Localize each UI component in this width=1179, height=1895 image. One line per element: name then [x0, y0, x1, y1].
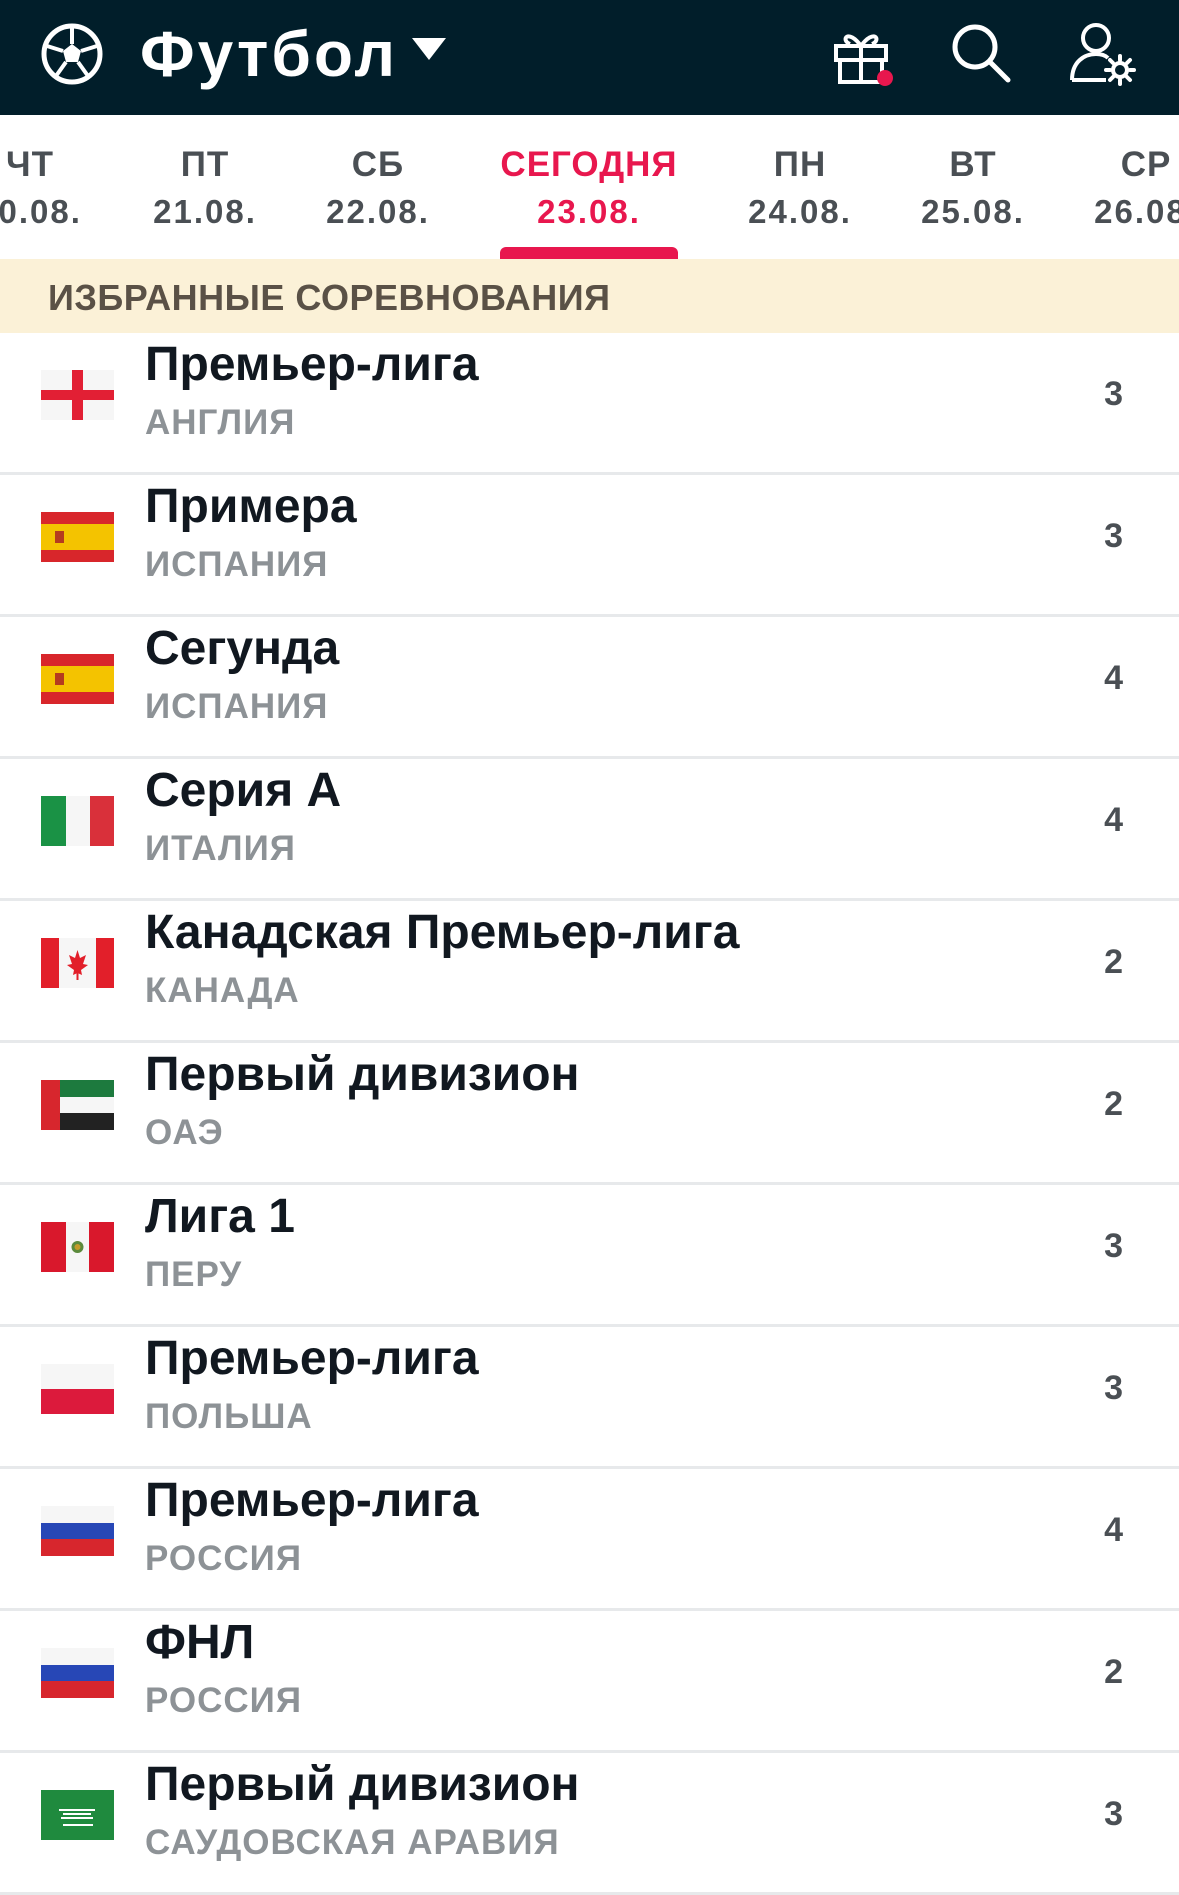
competition-name: ФНЛ: [145, 1616, 255, 1669]
competition-country: САУДОВСКАЯ АРАВИЯ: [145, 1823, 560, 1862]
canada-flag-icon: [41, 938, 114, 988]
section-title: ИЗБРАННЫЕ СОРЕВНОВАНИЯ: [48, 277, 611, 318]
spain-flag-icon: [41, 512, 114, 562]
uae-flag-icon: [41, 1080, 114, 1130]
date-tab-day: ВТ: [949, 145, 997, 184]
competition-name: Серия А: [145, 764, 342, 817]
competition-row[interactable]: Канадская Премьер-лига КАНАДА 2: [0, 901, 1179, 1043]
date-tab-day: ПН: [773, 145, 827, 184]
date-tab-day: СЕГОДНЯ: [500, 145, 678, 184]
match-count: 3: [1104, 517, 1123, 555]
date-tab-date: 25.08.: [921, 193, 1025, 230]
date-tab[interactable]: ЧТ 20.08.: [0, 115, 82, 259]
peru-flag-icon: [41, 1222, 114, 1272]
competition-name: Лига 1: [145, 1190, 295, 1243]
date-tab-day: СБ: [351, 145, 405, 184]
notification-dot: [877, 70, 893, 86]
competition-row[interactable]: ФНЛ РОССИЯ 2: [0, 1611, 1179, 1753]
competition-country: РОССИЯ: [145, 1539, 302, 1578]
competition-country: ИТАЛИЯ: [145, 829, 296, 868]
competition-country: ПОЛЬША: [145, 1397, 313, 1436]
search-icon[interactable]: [948, 20, 1014, 86]
match-count: 3: [1104, 1369, 1123, 1407]
chevron-down-icon[interactable]: [410, 36, 448, 62]
match-count: 3: [1104, 375, 1123, 413]
competition-row[interactable]: Первый дивизион ОАЭ 2: [0, 1043, 1179, 1185]
match-count: 3: [1104, 1227, 1123, 1265]
competition-row[interactable]: Премьер-лига ПОЛЬША 3: [0, 1327, 1179, 1469]
date-tab[interactable]: ВТ 25.08.: [921, 115, 1025, 259]
match-count: 2: [1104, 943, 1123, 981]
england-flag-icon: [41, 370, 114, 420]
date-tab-date: 24.08.: [748, 193, 852, 230]
competition-row[interactable]: Первый дивизион САУДОВСКАЯ АРАВИЯ 3: [0, 1753, 1179, 1895]
date-tab-date: 26.08.: [1094, 193, 1179, 230]
date-tab-day: СР: [1120, 145, 1172, 184]
competition-name: Первый дивизион: [145, 1758, 580, 1811]
competition-name: Премьер-лига: [145, 1332, 479, 1385]
user-settings-icon[interactable]: [1066, 18, 1136, 88]
match-count: 4: [1104, 659, 1123, 697]
date-tabs: ЧТ 20.08. ПТ 21.08. СБ 22.08. СЕГОДНЯ 23…: [0, 115, 1179, 259]
competition-row[interactable]: Сегунда ИСПАНИЯ 4: [0, 617, 1179, 759]
competition-name: Канадская Премьер-лига: [145, 906, 740, 959]
poland-flag-icon: [41, 1364, 114, 1414]
italy-flag-icon: [41, 796, 114, 846]
competition-country: ПЕРУ: [145, 1255, 243, 1294]
active-tab-indicator: [500, 247, 678, 259]
saudi-arabia-flag-icon: [41, 1790, 114, 1840]
date-tab-day: ЧТ: [6, 145, 54, 184]
sport-selector-title[interactable]: Футбол: [140, 14, 398, 94]
competition-row[interactable]: Серия А ИТАЛИЯ 4: [0, 759, 1179, 901]
date-tab-day: ПТ: [180, 145, 230, 184]
date-tab-date: 20.08.: [0, 193, 82, 230]
match-count: 3: [1104, 1795, 1123, 1833]
competition-list: Премьер-лига АНГЛИЯ 3 Примера ИСПАНИЯ 3 …: [0, 333, 1179, 1895]
spain-flag-icon: [41, 654, 114, 704]
competition-row[interactable]: Премьер-лига АНГЛИЯ 3: [0, 333, 1179, 475]
match-count: 4: [1104, 1511, 1123, 1549]
competition-country: АНГЛИЯ: [145, 403, 296, 442]
favorites-section-header: ИЗБРАННЫЕ СОРЕВНОВАНИЯ: [0, 259, 1179, 333]
top-app-bar: Футбол: [0, 0, 1179, 115]
date-tab[interactable]: ПТ 21.08.: [153, 115, 257, 259]
competition-country: РОССИЯ: [145, 1681, 302, 1720]
competition-name: Премьер-лига: [145, 1474, 479, 1527]
competition-row[interactable]: Примера ИСПАНИЯ 3: [0, 475, 1179, 617]
date-tab-date: 23.08.: [537, 193, 641, 230]
competition-name: Примера: [145, 480, 357, 533]
competition-country: ОАЭ: [145, 1113, 224, 1152]
competition-name: Первый дивизион: [145, 1048, 580, 1101]
competition-row[interactable]: Лига 1 ПЕРУ 3: [0, 1185, 1179, 1327]
competition-country: ИСПАНИЯ: [145, 687, 329, 726]
match-count: 4: [1104, 801, 1123, 839]
competition-name: Премьер-лига: [145, 338, 479, 391]
russia-flag-icon: [41, 1648, 114, 1698]
gift-icon[interactable]: [828, 22, 896, 90]
competition-row[interactable]: Премьер-лига РОССИЯ 4: [0, 1469, 1179, 1611]
soccer-ball-icon[interactable]: [40, 22, 104, 86]
russia-flag-icon: [41, 1506, 114, 1556]
match-count: 2: [1104, 1085, 1123, 1123]
date-tab[interactable]: СБ 22.08.: [326, 115, 430, 259]
competition-country: ИСПАНИЯ: [145, 545, 329, 584]
competition-country: КАНАДА: [145, 971, 300, 1010]
date-tab[interactable]: ПН 24.08.: [748, 115, 852, 259]
date-tab[interactable]: СР 26.08.: [1094, 115, 1179, 259]
date-tab-date: 22.08.: [326, 193, 430, 230]
date-tab-today[interactable]: СЕГОДНЯ 23.08.: [500, 115, 677, 259]
date-tab-date: 21.08.: [153, 193, 257, 230]
match-count: 2: [1104, 1653, 1123, 1691]
competition-name: Сегунда: [145, 622, 340, 675]
